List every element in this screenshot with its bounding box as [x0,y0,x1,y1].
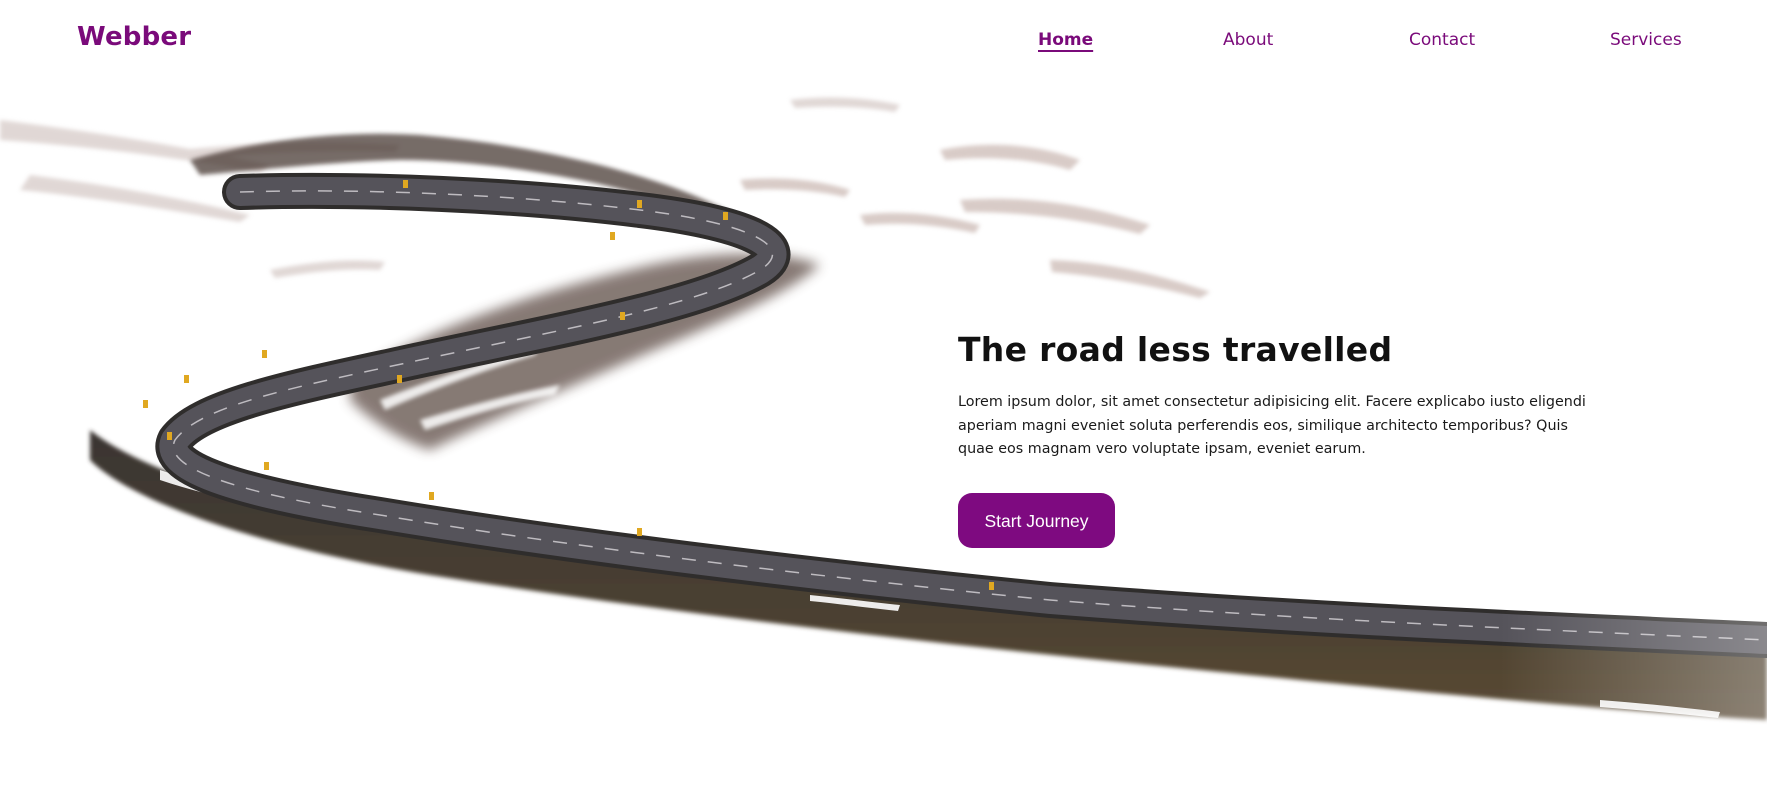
nav-link-about[interactable]: About [1223,30,1273,50]
nav-link-services[interactable]: Services [1610,30,1682,50]
main-nav: Home About Contact Services [0,30,1767,60]
site-header: Webber Home About Contact Services [0,0,1767,90]
nav-link-home[interactable]: Home [1038,30,1093,50]
hero-description: Lorem ipsum dolor, sit amet consectetur … [958,394,1586,457]
hero-title: The road less travelled [958,330,1393,369]
nav-link-contact[interactable]: Contact [1409,30,1475,50]
start-journey-button[interactable]: Start Journey [958,492,1115,548]
hero-content: The road less travelled Lorem ipsum dolo… [958,330,1598,548]
